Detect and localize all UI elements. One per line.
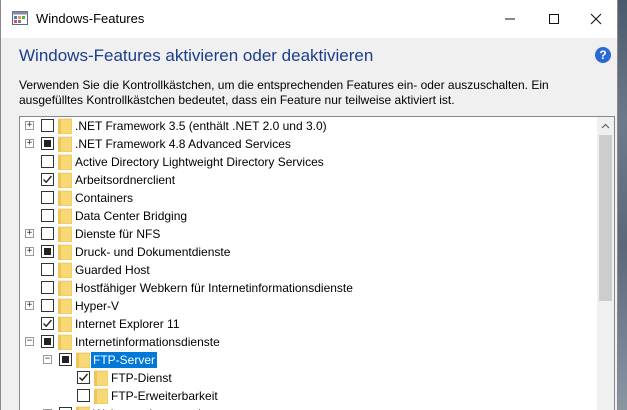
feature-label: Containers bbox=[75, 191, 134, 205]
folder-icon bbox=[58, 316, 72, 332]
folder-icon bbox=[58, 154, 72, 170]
feature-checkbox[interactable] bbox=[41, 137, 54, 150]
dialog-description: Verwenden Sie die Kontrollkästchen, um d… bbox=[19, 78, 549, 107]
folder-icon bbox=[58, 172, 72, 188]
scroll-up-arrow-icon bbox=[601, 123, 610, 128]
windows-features-window: Windows-Features Windows-Features aktivi… bbox=[0, 0, 618, 410]
feature-checkbox[interactable] bbox=[77, 389, 90, 402]
feature-row[interactable]: Data Center Bridging bbox=[20, 207, 595, 225]
feature-label: .NET Framework 3.5 (enthält .NET 2.0 und… bbox=[75, 119, 327, 133]
collapse-icon[interactable]: − bbox=[43, 355, 52, 364]
dialog-heading: Windows-Features aktivieren oder deaktiv… bbox=[19, 46, 374, 65]
close-button[interactable] bbox=[573, 0, 617, 38]
background-desktop-strip bbox=[618, 0, 627, 410]
feature-row[interactable]: +Webverwaltungstools bbox=[20, 405, 595, 410]
feature-row[interactable]: Containers bbox=[20, 189, 595, 207]
feature-label: Hyper-V bbox=[75, 299, 120, 313]
feature-row[interactable]: + Dienste für NFS bbox=[20, 225, 595, 243]
close-icon bbox=[590, 13, 602, 25]
windows-features-icon bbox=[12, 11, 28, 25]
checkmark-icon bbox=[79, 373, 89, 382]
feature-label: Webverwaltungstools bbox=[91, 406, 209, 410]
window-title: Windows-Features bbox=[36, 11, 145, 26]
expand-icon[interactable]: + bbox=[25, 229, 34, 238]
feature-checkbox[interactable] bbox=[41, 119, 54, 132]
scroll-up-button[interactable] bbox=[597, 117, 614, 134]
feature-label: FTP-Erweiterbarkeit bbox=[111, 389, 218, 403]
feature-row[interactable]: Guarded Host bbox=[20, 261, 595, 279]
checkmark-icon bbox=[43, 319, 53, 328]
feature-row[interactable]: Hostfähiger Webkern für Internetinformat… bbox=[20, 279, 595, 297]
scroll-thumb[interactable] bbox=[599, 135, 612, 301]
feature-row[interactable]: + Hyper-V bbox=[20, 297, 595, 315]
feature-label: Data Center Bridging bbox=[75, 209, 188, 223]
feature-checkbox[interactable] bbox=[41, 155, 54, 168]
feature-row[interactable]: FTP-Erweiterbarkeit bbox=[20, 387, 595, 405]
feature-checkbox[interactable] bbox=[41, 209, 54, 222]
feature-label: Active Directory Lightweight Directory S… bbox=[75, 155, 324, 169]
title-bar[interactable]: Windows-Features bbox=[1, 0, 617, 38]
feature-row[interactable]: FTP-Dienst bbox=[20, 369, 595, 387]
folder-icon bbox=[58, 334, 72, 350]
feature-label: Arbeitsordnerclient bbox=[75, 173, 176, 187]
feature-checkbox[interactable] bbox=[41, 335, 54, 348]
feature-checkbox[interactable] bbox=[41, 191, 54, 204]
feature-tree[interactable]: + .NET Framework 3.5 (enthält .NET 2.0 un… bbox=[19, 116, 615, 410]
folder-icon bbox=[58, 262, 72, 278]
checkmark-icon bbox=[43, 175, 53, 184]
folder-icon bbox=[58, 298, 72, 314]
feature-row[interactable]: Internet Explorer 11 bbox=[20, 315, 595, 333]
expand-icon[interactable]: + bbox=[25, 121, 34, 130]
minimize-icon bbox=[505, 18, 515, 20]
expand-icon[interactable]: + bbox=[25, 247, 34, 256]
help-icon[interactable]: ? bbox=[595, 47, 611, 63]
folder-icon bbox=[58, 244, 72, 260]
folder-icon bbox=[58, 190, 72, 206]
expand-icon[interactable]: + bbox=[25, 139, 34, 148]
feature-label: FTP-Dienst bbox=[111, 371, 172, 385]
folder-icon bbox=[94, 388, 108, 404]
folder-icon bbox=[58, 226, 72, 242]
folder-icon bbox=[58, 118, 72, 134]
folder-icon bbox=[94, 370, 108, 386]
feature-checkbox[interactable] bbox=[41, 227, 54, 240]
feature-label: .NET Framework 4.8 Advanced Services bbox=[75, 137, 291, 151]
minimize-button[interactable] bbox=[487, 0, 533, 38]
folder-icon bbox=[76, 352, 90, 368]
feature-checkbox[interactable] bbox=[41, 173, 54, 186]
folder-icon bbox=[58, 208, 72, 224]
feature-label: Internetinformationsdienste bbox=[75, 335, 220, 349]
maximize-icon bbox=[549, 14, 559, 24]
feature-row[interactable]: Active Directory Lightweight Directory S… bbox=[20, 153, 595, 171]
feature-checkbox[interactable] bbox=[41, 245, 54, 258]
feature-checkbox[interactable] bbox=[41, 317, 54, 330]
feature-label: FTP-Server bbox=[91, 352, 158, 368]
feature-checkbox[interactable] bbox=[41, 281, 54, 294]
folder-icon bbox=[76, 406, 90, 410]
feature-checkbox[interactable] bbox=[41, 299, 54, 312]
folder-icon bbox=[58, 280, 72, 296]
expand-icon[interactable]: + bbox=[25, 301, 34, 310]
feature-row[interactable]: − Internetinformationsdienste bbox=[20, 333, 595, 351]
folder-icon bbox=[58, 136, 72, 152]
collapse-icon[interactable]: − bbox=[25, 337, 34, 346]
feature-checkbox[interactable] bbox=[77, 371, 90, 384]
vertical-scrollbar[interactable] bbox=[597, 117, 614, 410]
feature-row[interactable]: − FTP-Server bbox=[20, 351, 595, 369]
feature-checkbox[interactable] bbox=[59, 353, 72, 366]
feature-label: Internet Explorer 11 bbox=[75, 317, 180, 331]
feature-row[interactable]: + Druck- und Dokumentdienste bbox=[20, 243, 595, 261]
maximize-button[interactable] bbox=[531, 0, 577, 38]
feature-checkbox[interactable] bbox=[41, 263, 54, 276]
feature-label: Dienste für NFS bbox=[75, 227, 161, 241]
feature-row[interactable]: + .NET Framework 4.8 Advanced Services bbox=[20, 135, 595, 153]
feature-row[interactable]: + .NET Framework 3.5 (enthält .NET 2.0 un… bbox=[20, 117, 595, 135]
feature-label: Druck- und Dokumentdienste bbox=[75, 245, 231, 259]
feature-row[interactable]: Arbeitsordnerclient bbox=[20, 171, 595, 189]
feature-label: Hostfähiger Webkern für Internetinformat… bbox=[75, 281, 353, 295]
feature-label: Guarded Host bbox=[75, 263, 150, 277]
